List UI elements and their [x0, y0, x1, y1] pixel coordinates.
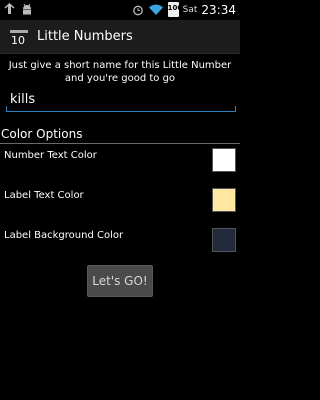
app-title: Little Numbers	[37, 29, 133, 44]
lets-go-button[interactable]: Let's GO!	[87, 265, 153, 297]
label-text-color-swatch[interactable]	[212, 188, 236, 212]
wifi-icon	[148, 4, 163, 15]
android-icon	[23, 3, 31, 15]
label-background-color-row[interactable]: Label Background Color	[0, 224, 240, 264]
option-label: Number Text Color	[4, 150, 97, 161]
app-icon-number: 10	[11, 34, 25, 47]
input-underline-left	[6, 106, 7, 112]
battery-icon: 100	[167, 2, 183, 17]
input-underline-right	[235, 106, 236, 112]
status-time: 23:34	[201, 2, 236, 17]
status-bar: 100 Sat 23:34	[0, 0, 240, 20]
input-underline	[6, 111, 236, 112]
app-icon[interactable]: 10	[7, 26, 31, 50]
battery-level: 100	[167, 4, 183, 12]
label-text-color-row[interactable]: Label Text Color	[0, 184, 240, 224]
action-bar: 10 Little Numbers	[0, 20, 240, 54]
status-day: Sat	[182, 4, 198, 15]
instruction-text: Just give a short name for this Little N…	[8, 60, 232, 84]
option-label: Label Text Color	[4, 190, 84, 201]
number-text-color-swatch[interactable]	[212, 148, 236, 172]
label-background-color-swatch[interactable]	[212, 228, 236, 252]
name-input[interactable]	[6, 86, 236, 112]
usb-debug-icon	[4, 3, 15, 14]
number-text-color-row[interactable]: Number Text Color	[0, 144, 240, 184]
app-icon-bar	[10, 30, 28, 33]
color-options-header: Color Options	[1, 127, 83, 141]
alarm-icon	[132, 5, 143, 15]
option-label: Label Background Color	[4, 230, 124, 241]
